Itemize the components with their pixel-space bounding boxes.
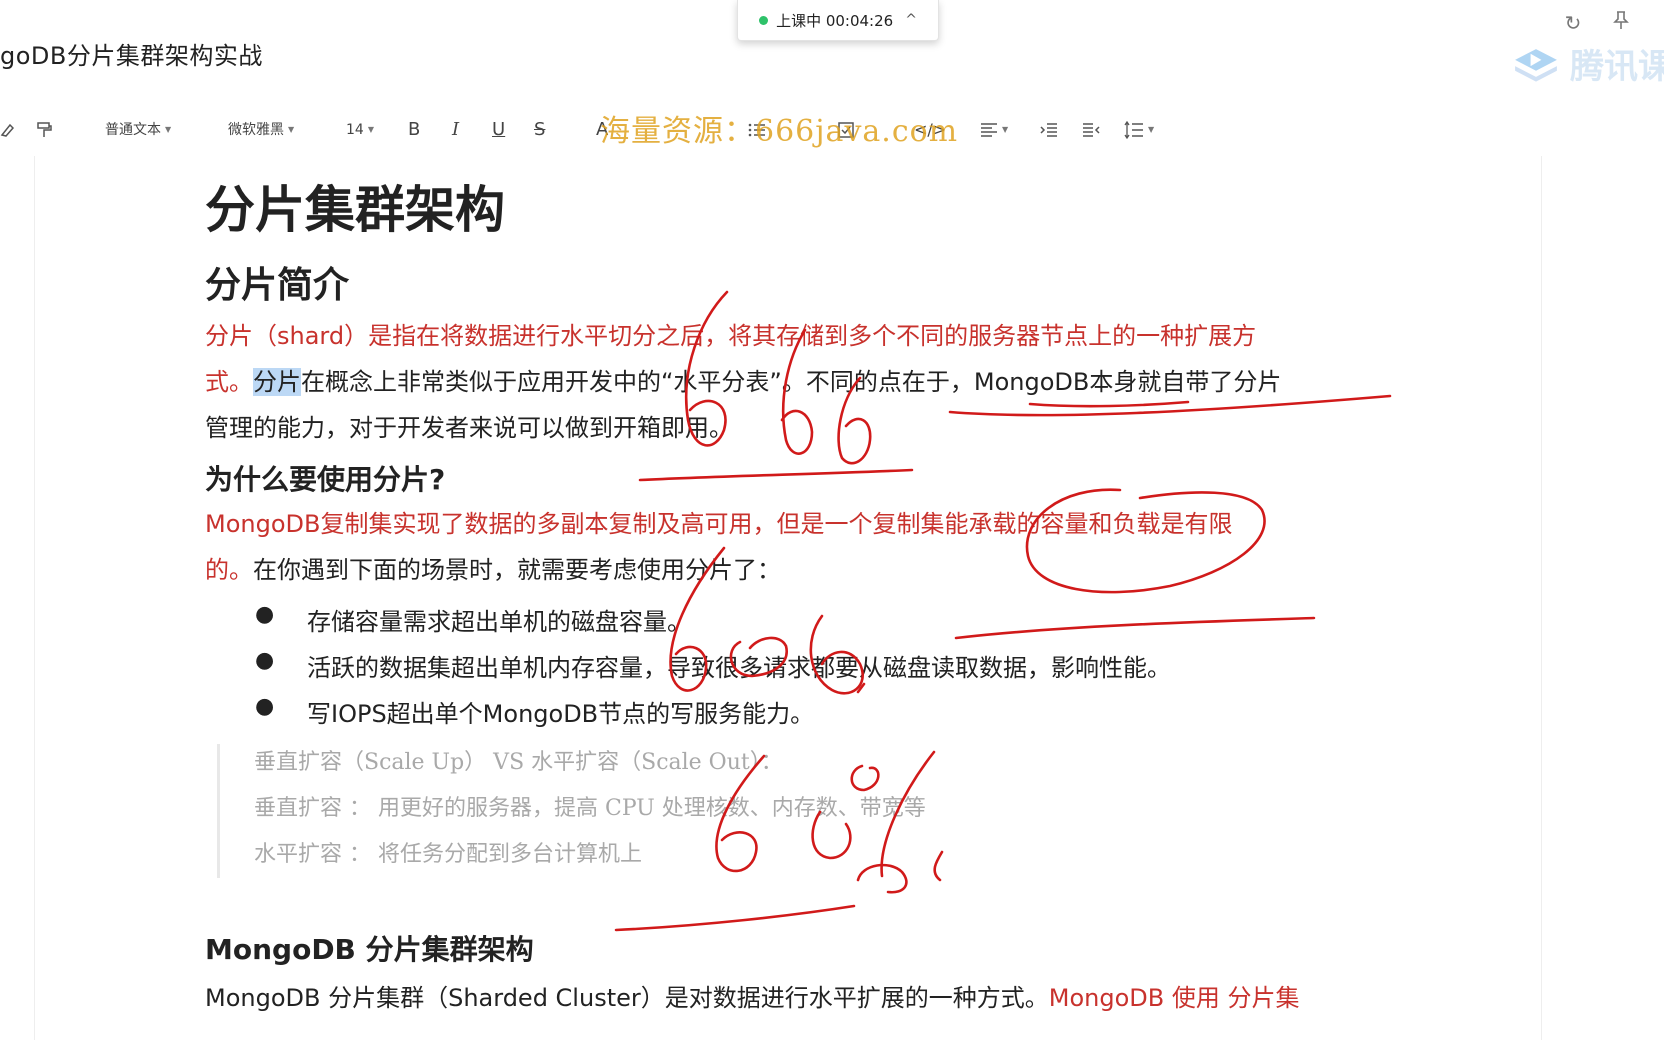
code-line: 水平扩容 ： 将任务分配到多台计算机上 [254,842,642,867]
underline-button[interactable]: U [492,118,505,142]
why-line-2-rest: 在你遇到下面的场景时，就需要考虑使用分片了： [253,556,781,584]
list-item: ● 写IOPS超出单个MongoDB节点的写服务能力。 [255,694,814,729]
heading-2-intro: 分片简介 [205,265,350,306]
outdent-icon[interactable] [1082,118,1100,142]
bullet-icon: ● [255,648,275,673]
caret-down-icon: ▼ [165,125,172,134]
heading-architecture: MongoDB 分片集群架构 [205,933,534,966]
paragraph-style-value: 普通文本 [105,122,161,138]
brand-logo-icon [1515,49,1557,82]
font-color-icon[interactable]: A [596,118,608,142]
arch-line-1-black: MongoDB 分片集群（Sharded Cluster）是对数据进行水平扩展的… [205,984,1049,1012]
live-status-text: 上课中 00:04:26 [776,11,894,30]
editor-toolbar: 普通文本 ▼ 微软雅黑 ▼ 14 ▼ B I U S A </> ▼ ▼ [0,110,1664,150]
app-window: goDB分片集群架构实战 上课中 00:04:26 ^ ↻ 腾讯课 普通文本 ▼ … [0,0,1664,1040]
font-family-value: 微软雅黑 [228,122,284,138]
intro-line-3: 管理的能力，对于开发者来说可以做到开箱即用。 [205,414,733,442]
caret-down-icon: ▼ [1002,125,1009,134]
list-item-text: 活跃的数据集超出单机内存容量，导致很多请求都要从磁盘读取数据，影响性能。 [307,654,1171,682]
list-item: ● 存储容量需求超出单机的磁盘容量。 [255,602,691,637]
intro-line-2-red: 式。 [205,368,253,396]
indent-icon[interactable] [1040,118,1058,142]
arch-line-1-red: MongoDB 使用 分片集 [1048,984,1300,1012]
format-painter-icon[interactable] [36,118,52,142]
line-height-icon[interactable]: ▼ [1124,118,1154,142]
bullet-icon: ● [255,602,275,627]
heading-1: 分片集群架构 [205,181,505,239]
code-line: 垂直扩容（Scale Up） VS 水平扩容（Scale Out）： [254,750,783,775]
intro-line-2-rest: 在概念上非常类似于应用开发中的“水平分表”。不同的点在于，MongoDB本身就自… [301,368,1282,396]
selected-text[interactable]: 分片 [253,368,301,396]
document-title: goDB分片集群架构实战 [0,42,263,70]
arch-line-1: MongoDB 分片集群（Sharded Cluster）是对数据进行水平扩展的… [205,982,1299,1014]
brand-watermark: 腾讯课 [1512,36,1664,90]
list-item-text: 写IOPS超出单个MongoDB节点的写服务能力。 [307,700,815,728]
why-line-1: MongoDB复制集实现了数据的多副本复制及高可用，但是一个复制集能承载的容量和… [205,510,1233,538]
paragraph-style-select[interactable]: 普通文本 ▼ [105,118,171,142]
chevron-up-icon[interactable]: ^ [905,12,917,28]
list-item: ● 活跃的数据集超出单机内存容量，导致很多请求都要从磁盘读取数据，影响性能。 [255,648,1171,683]
brand-name: 腾讯课 [1570,46,1664,87]
why-line-2-red: 的。 [205,556,253,584]
font-family-select[interactable]: 微软雅黑 ▼ [228,118,294,142]
code-block[interactable]: 垂直扩容（Scale Up） VS 水平扩容（Scale Out）： 垂直扩容 … [217,744,1120,878]
list-item-text: 存储容量需求超出单机的磁盘容量。 [307,608,691,636]
why-line-2: 的。在你遇到下面的场景时，就需要考虑使用分片了： [205,554,781,586]
italic-button[interactable]: I [452,118,459,142]
caret-down-icon: ▼ [288,125,295,134]
refresh-icon[interactable]: ↻ [1560,10,1586,36]
eraser-icon[interactable] [0,118,14,142]
code-button[interactable]: </> [914,118,946,142]
caret-down-icon: ▼ [367,125,374,134]
bold-button[interactable]: B [408,118,420,142]
live-status-pill[interactable]: 上课中 00:04:26 ^ [737,0,939,41]
bullet-icon: ● [255,694,275,719]
font-size-value: 14 [346,122,364,138]
list-icon[interactable] [748,118,766,142]
pin-icon[interactable] [1608,10,1634,36]
live-indicator-dot [759,15,769,25]
intro-line-1: 分片（shard）是指在将数据进行水平切分之后，将其存储到多个不同的服务器节点上… [205,322,1257,350]
checkbox-icon[interactable] [838,118,854,142]
intro-line-2: 式。分片在概念上非常类似于应用开发中的“水平分表”。不同的点在于，MongoDB… [205,366,1281,398]
caret-down-icon: ▼ [1148,125,1155,134]
strikethrough-button[interactable]: S [534,118,545,142]
align-left-icon[interactable]: ▼ [980,118,1008,142]
code-line: 垂直扩容 ： 用更好的服务器，提高 CPU 处理核数、内存数、带宽等 [254,796,926,821]
heading-why-sharding: 为什么要使用分片? [205,463,446,496]
font-size-select[interactable]: 14 ▼ [346,118,374,142]
